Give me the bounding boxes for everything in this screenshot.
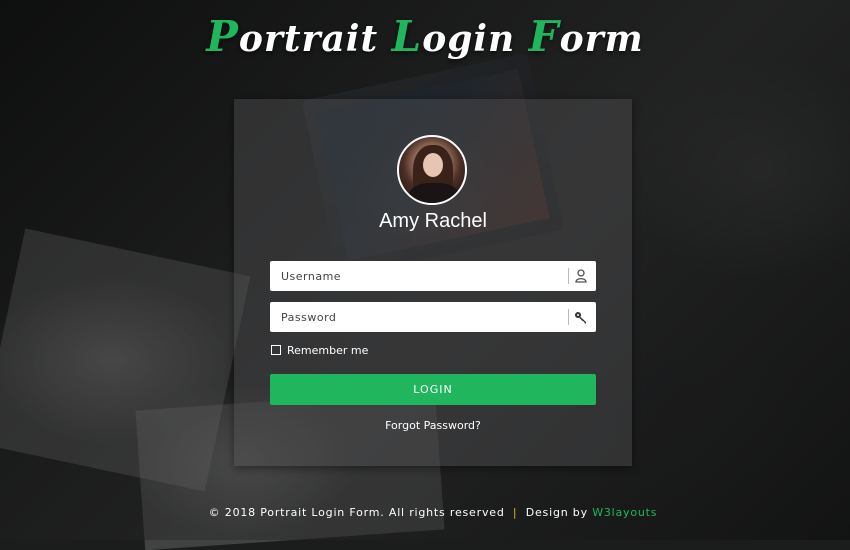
footer-copyright: © 2018 Portrait Login Form. All rights r… — [208, 506, 505, 519]
field-divider — [568, 268, 569, 284]
field-divider — [568, 309, 569, 325]
title-word: Form — [528, 12, 644, 61]
password-field[interactable] — [270, 302, 596, 332]
footer-separator: | — [512, 506, 518, 519]
username-field[interactable] — [270, 261, 596, 291]
username-input[interactable] — [270, 261, 560, 291]
footer: © 2018 Portrait Login Form. All rights r… — [0, 506, 850, 519]
user-icon — [574, 268, 588, 284]
remember-checkbox[interactable] — [271, 345, 281, 355]
avatar — [397, 135, 467, 205]
key-icon — [574, 309, 588, 325]
footer-design-link[interactable]: W3layouts — [592, 506, 657, 519]
login-button[interactable]: LOGIN — [270, 374, 596, 405]
profile-name: Amy Rachel — [379, 210, 487, 232]
page-title: Portrait Login Form — [0, 12, 850, 61]
forgot-password-link[interactable]: Forgot Password? — [0, 419, 850, 432]
password-input[interactable] — [270, 302, 560, 332]
title-word: Portrait — [206, 12, 379, 61]
footer-design-prefix: Design by — [525, 506, 588, 519]
title-word: Login — [391, 12, 516, 61]
remember-label: Remember me — [287, 343, 369, 357]
remember-me[interactable]: Remember me — [271, 343, 368, 357]
